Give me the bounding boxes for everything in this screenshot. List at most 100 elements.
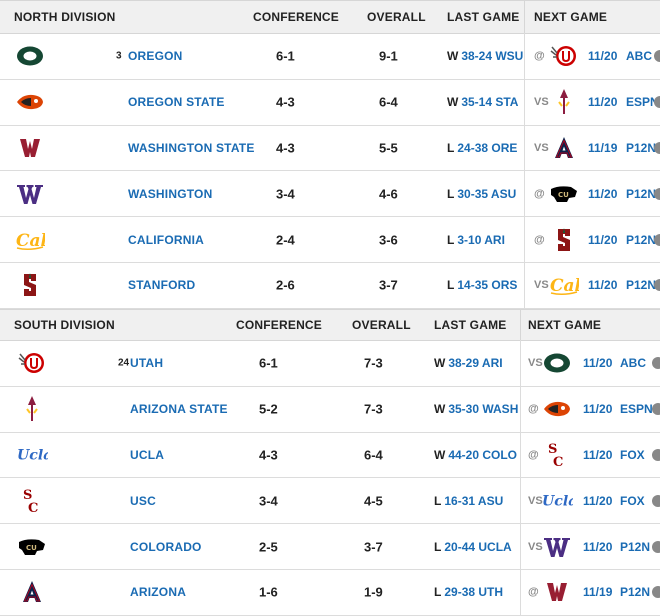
last-game-result[interactable]: L 30-35 ASU <box>447 187 516 201</box>
info-icon[interactable] <box>652 540 660 553</box>
last-game-score-link[interactable]: 44-20 COLO <box>448 448 517 462</box>
info-icon[interactable] <box>652 448 660 461</box>
team-name-link[interactable]: CALIFORNIA <box>128 233 204 247</box>
info-icon[interactable] <box>654 141 660 154</box>
last-game-result[interactable]: L 16-31 ASU <box>434 494 503 508</box>
last-game-score-link[interactable]: 16-31 ASU <box>444 494 503 508</box>
tv-network[interactable]: P12N <box>620 540 650 554</box>
california-opponent-logo-icon[interactable]: Cal <box>548 269 580 301</box>
last-game-score-link[interactable]: 20-44 UCLA <box>444 540 511 554</box>
tv-network[interactable]: FOX <box>620 494 645 508</box>
washington-state-opponent-logo-icon[interactable] <box>541 576 573 608</box>
next-game-date[interactable]: 11/19 <box>583 585 612 599</box>
next-game-date[interactable]: 11/20 <box>588 278 617 292</box>
california-logo-icon[interactable]: Cal <box>14 224 46 256</box>
last-game-result[interactable]: W 35-30 WASH <box>434 402 518 416</box>
last-game-score-link[interactable]: 3-10 ARI <box>457 233 505 247</box>
oregon-state-opponent-logo-icon[interactable] <box>541 393 573 425</box>
last-game-score-link[interactable]: 38-29 ARI <box>448 356 502 370</box>
team-name-link[interactable]: ARIZONA STATE <box>130 402 228 416</box>
ucla-logo-icon[interactable]: Ucla <box>16 439 48 471</box>
info-icon[interactable] <box>654 187 660 200</box>
last-game-result[interactable]: L 24-38 ORE <box>447 141 517 155</box>
team-name-link[interactable]: STANFORD <box>128 278 195 292</box>
last-game-result[interactable]: L 14-35 ORS <box>447 278 517 292</box>
last-game-result[interactable]: L 29-38 UTH <box>434 585 503 599</box>
stanford-logo-icon[interactable] <box>14 269 46 301</box>
oregon-logo-icon[interactable] <box>14 40 46 72</box>
overall-column-header[interactable]: OVERALL <box>352 318 411 332</box>
usc-opponent-logo-icon[interactable]: SC <box>541 439 573 471</box>
last-game-result[interactable]: W 44-20 COLO <box>434 448 517 462</box>
washington-state-logo-icon[interactable] <box>14 132 46 164</box>
last-game-column-header[interactable]: LAST GAME <box>447 10 519 24</box>
info-icon[interactable] <box>654 50 660 63</box>
oregon-state-logo-icon[interactable] <box>14 86 46 118</box>
team-name-link[interactable]: WASHINGTON <box>128 187 212 201</box>
info-icon[interactable] <box>652 357 660 370</box>
washington-opponent-logo-icon[interactable] <box>541 531 573 563</box>
ucla-opponent-logo-icon[interactable]: Ucla <box>541 485 573 517</box>
next-game-date[interactable]: 11/20 <box>583 494 612 508</box>
team-name-link[interactable]: COLORADO <box>130 540 202 554</box>
tv-network[interactable]: P12N <box>626 233 656 247</box>
tv-network[interactable]: ABC <box>626 49 652 63</box>
last-game-score-link[interactable]: 30-35 ASU <box>457 187 516 201</box>
next-game-date[interactable]: 11/20 <box>583 540 612 554</box>
next-game-date[interactable]: 11/20 <box>588 187 617 201</box>
next-game-date[interactable]: 11/20 <box>583 448 612 462</box>
tv-network[interactable]: P12N <box>620 585 650 599</box>
overall-column-header[interactable]: OVERALL <box>367 10 426 24</box>
team-name-link[interactable]: OREGON <box>128 49 183 63</box>
last-game-score-link[interactable]: 14-35 ORS <box>457 278 517 292</box>
last-game-score-link[interactable]: 38-24 WSU <box>461 49 523 63</box>
tv-network[interactable]: P12N <box>626 141 656 155</box>
tv-network[interactable]: ESPN <box>620 402 653 416</box>
colorado-logo-icon[interactable]: CU <box>16 531 48 563</box>
info-icon[interactable] <box>654 233 660 246</box>
info-icon[interactable] <box>654 279 660 292</box>
info-icon[interactable] <box>654 96 660 109</box>
next-game-column-header[interactable]: NEXT GAME <box>534 10 607 24</box>
team-name-link[interactable]: UTAH <box>130 356 163 370</box>
tv-network[interactable]: ABC <box>620 356 646 370</box>
tv-network[interactable]: P12N <box>626 278 656 292</box>
last-game-score-link[interactable]: 29-38 UTH <box>444 585 503 599</box>
last-game-result[interactable]: L 20-44 UCLA <box>434 540 512 554</box>
next-game-date[interactable]: 11/20 <box>588 233 617 247</box>
last-game-score-link[interactable]: 35-30 WASH <box>448 402 518 416</box>
info-icon[interactable] <box>652 403 660 416</box>
utah-opponent-logo-icon[interactable] <box>548 40 580 72</box>
last-game-result[interactable]: W 38-24 WSU <box>447 49 523 63</box>
next-game-date[interactable]: 11/20 <box>588 49 617 63</box>
tv-network[interactable]: FOX <box>620 448 645 462</box>
last-game-result[interactable]: W 38-29 ARI <box>434 356 503 370</box>
last-game-column-header[interactable]: LAST GAME <box>434 318 506 332</box>
colorado-opponent-logo-icon[interactable]: CU <box>548 178 580 210</box>
arizona-state-logo-icon[interactable] <box>16 393 48 425</box>
team-name-link[interactable]: WASHINGTON STATE <box>128 141 255 155</box>
info-icon[interactable] <box>652 586 660 599</box>
arizona-opponent-logo-icon[interactable] <box>548 132 580 164</box>
washington-logo-icon[interactable] <box>14 178 46 210</box>
conference-column-header[interactable]: CONFERENCE <box>253 10 339 24</box>
usc-logo-icon[interactable]: SC <box>16 485 48 517</box>
info-icon[interactable] <box>652 494 660 507</box>
next-game-date[interactable]: 11/19 <box>588 141 617 155</box>
last-game-score-link[interactable]: 24-38 ORE <box>457 141 517 155</box>
next-game-date[interactable]: 11/20 <box>583 402 612 416</box>
next-game-column-header[interactable]: NEXT GAME <box>528 318 601 332</box>
next-game-date[interactable]: 11/20 <box>583 356 612 370</box>
team-name-link[interactable]: OREGON STATE <box>128 95 225 109</box>
team-name-link[interactable]: UCLA <box>130 448 164 462</box>
last-game-score-link[interactable]: 35-14 STA <box>461 95 518 109</box>
tv-network[interactable]: P12N <box>626 187 656 201</box>
arizona-logo-icon[interactable] <box>16 576 48 608</box>
conference-column-header[interactable]: CONFERENCE <box>236 318 322 332</box>
team-name-link[interactable]: ARIZONA <box>130 585 186 599</box>
stanford-opponent-logo-icon[interactable] <box>548 224 580 256</box>
arizona-state-opponent-logo-icon[interactable] <box>548 86 580 118</box>
next-game-date[interactable]: 11/20 <box>588 95 617 109</box>
last-game-result[interactable]: W 35-14 STA <box>447 95 518 109</box>
team-name-link[interactable]: USC <box>130 494 156 508</box>
